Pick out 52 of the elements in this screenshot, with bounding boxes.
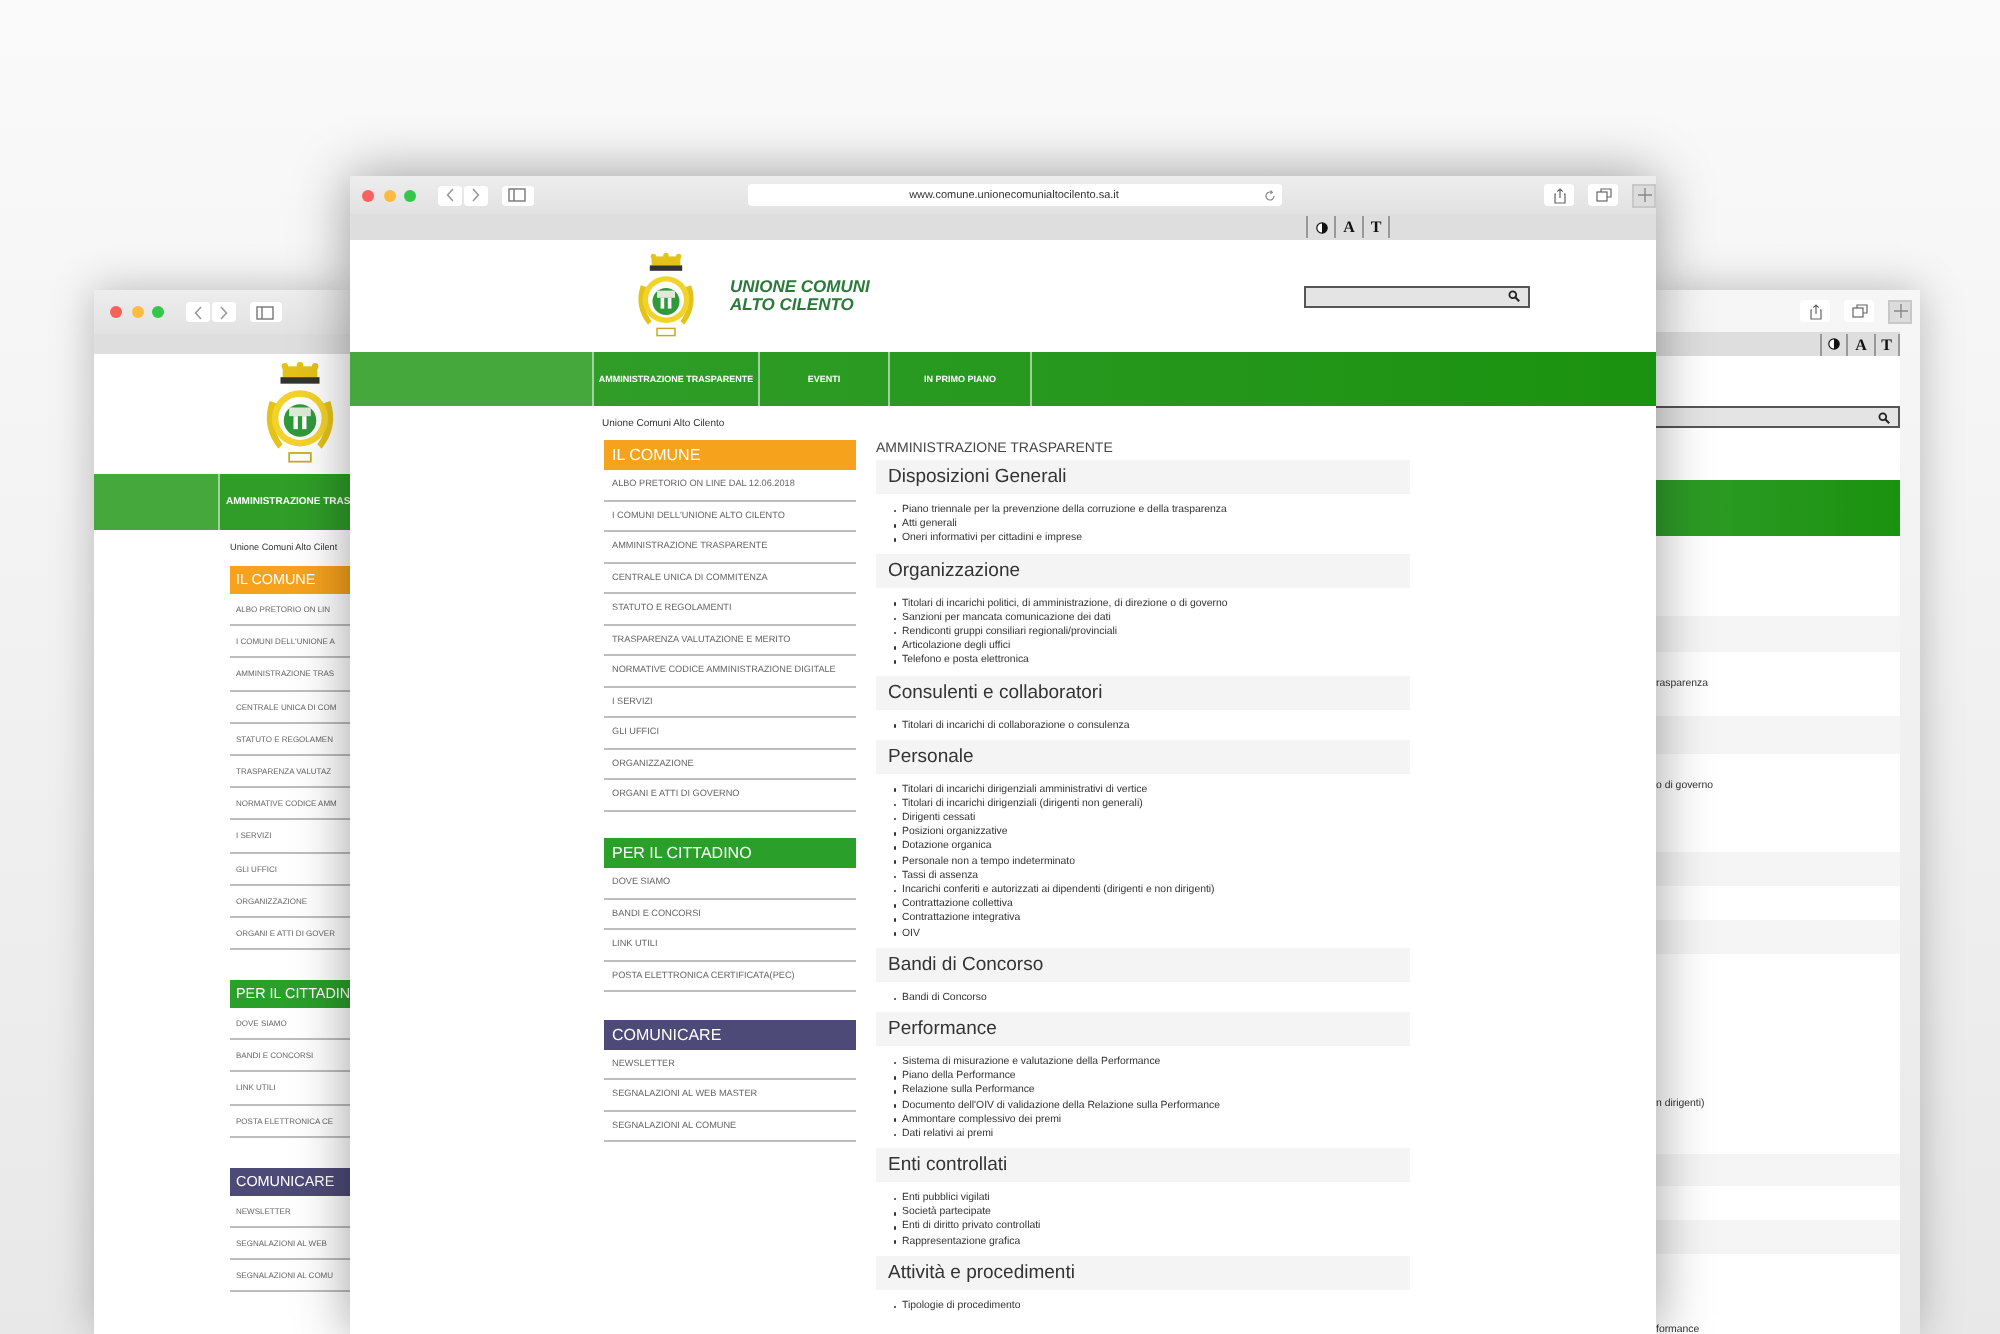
plus-icon: [1893, 304, 1907, 318]
tabs-button[interactable]: [1844, 300, 1874, 322]
chevron-right-icon: [471, 188, 479, 202]
sidebar-icon: [256, 305, 274, 319]
section-heading: Personale: [876, 739, 1410, 774]
plus-icon: [1637, 188, 1651, 202]
zoom-button[interactable]: [152, 306, 164, 318]
back-button[interactable]: [185, 302, 209, 322]
minimize-button[interactable]: [131, 306, 143, 318]
contrast-button[interactable]: [1306, 216, 1334, 238]
search-icon: [1507, 290, 1520, 302]
contrast-icon: [1828, 338, 1841, 350]
close-button[interactable]: [110, 306, 122, 318]
new-tab-button[interactable]: [1632, 183, 1656, 207]
share-button[interactable]: [1544, 184, 1574, 206]
share-icon: [1553, 187, 1565, 203]
reload-icon[interactable]: [1263, 189, 1275, 201]
search-field[interactable]: [1303, 285, 1530, 307]
new-tab-button[interactable]: [1888, 299, 1912, 323]
sidebar-heading: IL COMUNE: [604, 440, 856, 470]
share-icon: [1809, 303, 1821, 319]
section-heading: Consulenti e collaboratori: [876, 675, 1410, 709]
forward-button[interactable]: [463, 185, 487, 205]
zoom-button[interactable]: [404, 189, 416, 201]
section-heading: Enti controllati: [876, 1148, 1410, 1183]
share-button[interactable]: [1800, 300, 1830, 322]
text-size-button[interactable]: A: [1334, 216, 1362, 238]
search-field[interactable]: [1656, 406, 1900, 428]
section-heading: Disposizioni Generali: [876, 460, 1410, 494]
tabs-icon: [1851, 304, 1867, 318]
text-size-button[interactable]: T: [1362, 216, 1390, 238]
sidebar-heading: COMUNICARE: [604, 1019, 856, 1049]
chevron-right-icon: [219, 305, 227, 319]
tabs-icon: [1595, 188, 1611, 202]
back-button[interactable]: [437, 185, 461, 205]
section-heading: Organizzazione: [876, 553, 1410, 588]
sidebar-heading: PER IL CITTADINO: [604, 838, 856, 868]
forward-button[interactable]: [211, 302, 235, 322]
chevron-left-icon: [445, 188, 453, 202]
sidebar-button[interactable]: [501, 185, 533, 205]
contrast-icon: [1315, 221, 1327, 233]
section-heading: Performance: [876, 1011, 1410, 1046]
sidebar-icon: [508, 188, 526, 202]
chevron-left-icon: [193, 305, 201, 319]
section-heading: Attività e procedimenti: [876, 1255, 1410, 1290]
tabs-button[interactable]: [1588, 184, 1618, 206]
minimize-button[interactable]: [383, 189, 395, 201]
sidebar-button[interactable]: [249, 302, 281, 322]
site-title: UNIONE COMUNI ALTO CILENTO: [730, 278, 870, 314]
close-button[interactable]: [362, 189, 374, 201]
search-icon: [1878, 411, 1890, 423]
section-heading: Bandi di Concorso: [876, 947, 1410, 982]
